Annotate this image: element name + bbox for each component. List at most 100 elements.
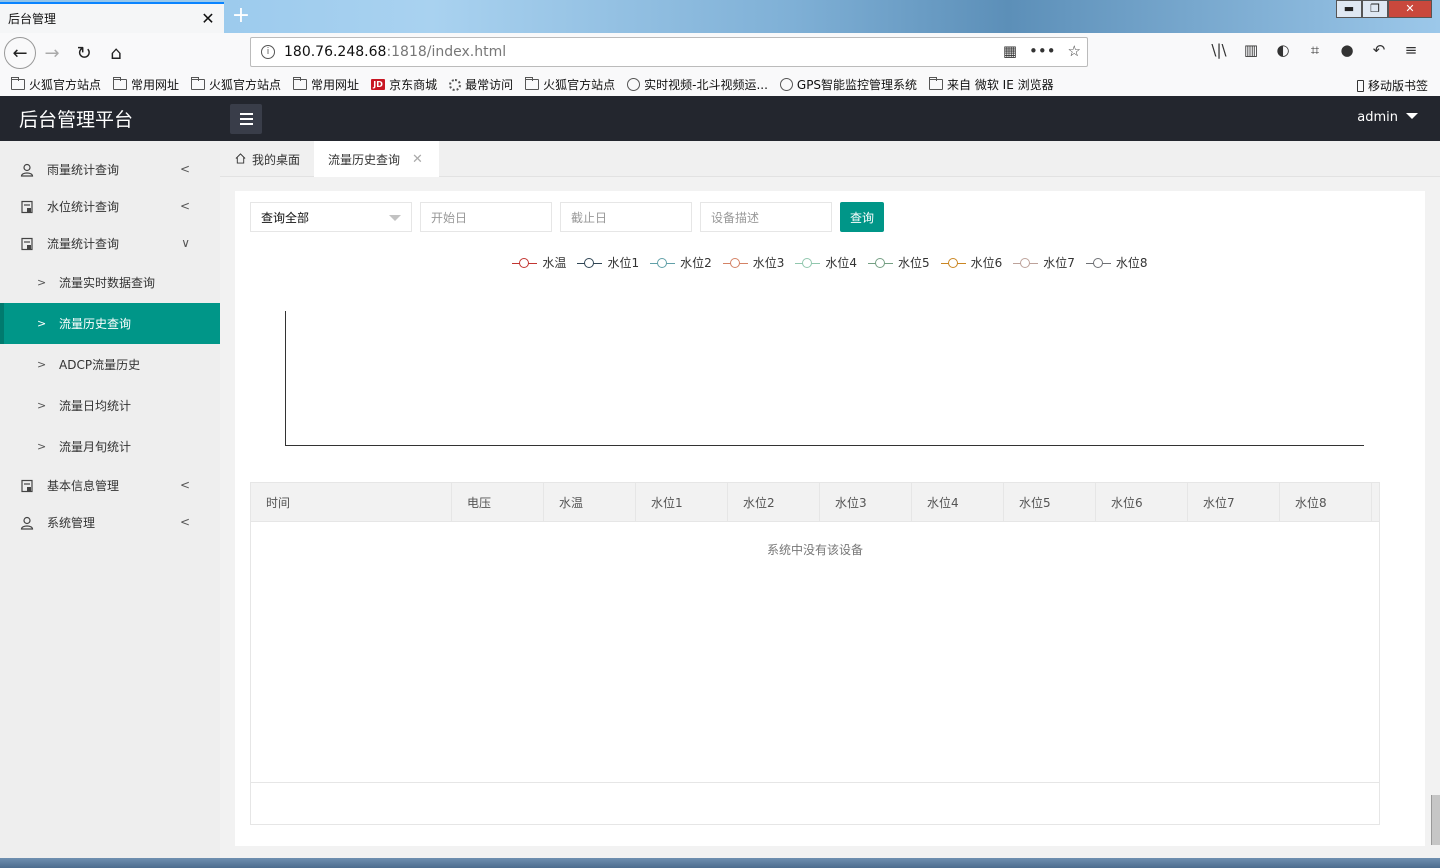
home-icon[interactable]: ⌂ bbox=[100, 37, 132, 69]
profile-icon[interactable]: ◐ bbox=[1274, 41, 1292, 59]
table-header-cell[interactable]: 水温 bbox=[544, 483, 636, 521]
bookmarks-bar: 火狐官方站点 常用网址 火狐官方站点 常用网址 JD 京东商城 最常访问 火狐官方站点 实时视频… bbox=[0, 73, 1440, 96]
tab-flow-history[interactable]: 流量历史查询 ✕ bbox=[314, 141, 439, 177]
bookmark-label: 常用网址 bbox=[131, 78, 180, 92]
table-header-cell[interactable]: 电压 bbox=[452, 483, 544, 521]
window-close-icon[interactable]: ✕ bbox=[1388, 0, 1432, 18]
sidebar-item-label: 基本信息管理 bbox=[47, 479, 120, 493]
new-tab-button[interactable]: + bbox=[228, 3, 254, 29]
chat-icon[interactable]: ● bbox=[1338, 41, 1356, 59]
phone-icon bbox=[1356, 79, 1364, 92]
chevron-icon: ∨ bbox=[181, 236, 190, 250]
browser-tab[interactable]: 后台管理 ✕ bbox=[0, 2, 224, 33]
menu-toggle-button[interactable] bbox=[230, 104, 262, 134]
sidebar-subitem-label: ADCP流量历史 bbox=[59, 358, 141, 372]
bookmark-item[interactable]: 实时视频-北斗视频运... bbox=[627, 76, 768, 93]
close-icon[interactable]: ✕ bbox=[200, 9, 216, 28]
os-taskbar bbox=[0, 858, 1440, 868]
mobile-bookmarks[interactable]: 移动版书签 bbox=[1356, 77, 1428, 94]
bookmark-label: 常用网址 bbox=[311, 78, 360, 92]
sidebar-subitem[interactable]: > 流量历史查询 bbox=[0, 303, 220, 344]
bookmark-item[interactable]: 火狐官方站点 bbox=[11, 76, 101, 93]
caret-down-icon bbox=[1406, 112, 1418, 119]
user-menu[interactable]: admin bbox=[1357, 110, 1418, 125]
doc-icon bbox=[19, 478, 34, 493]
url-path: :1818/index.html bbox=[386, 44, 507, 60]
back-icon[interactable]: ← bbox=[4, 37, 36, 69]
bookmark-item[interactable]: JD 京东商城 bbox=[371, 76, 437, 93]
table-header-cell[interactable]: 水位5 bbox=[1004, 483, 1096, 521]
table-header-cell[interactable]: 水位8 bbox=[1280, 483, 1372, 521]
start-date-input[interactable]: 开始日 bbox=[420, 202, 552, 232]
sidebar-subitem[interactable]: > 流量月旬统计 bbox=[0, 426, 220, 467]
sidebar-item[interactable]: 水位统计查询 < bbox=[0, 188, 220, 225]
url-bar[interactable]: i 180.76.248.68 :1818/index.html ▦ ••• ☆ bbox=[250, 37, 1088, 67]
close-icon[interactable]: ✕ bbox=[412, 152, 423, 167]
sidebar: 雨量统计查询 < 水位统计查询 < 流量统计查询 ∨ > 流量实时数据查询 > 流量历史查询 > AD… bbox=[0, 141, 220, 868]
sidebar-icon[interactable]: ▥ bbox=[1242, 41, 1260, 59]
table-header-cell[interactable]: 时间 bbox=[251, 483, 452, 521]
menu-line-icon bbox=[239, 123, 253, 125]
doc-icon bbox=[19, 199, 34, 214]
folder-icon bbox=[929, 77, 944, 90]
query-type-select[interactable]: 查询全部 bbox=[250, 202, 412, 232]
chevron-icon: < bbox=[179, 199, 190, 213]
screenshot-icon[interactable]: ⌗ bbox=[1306, 41, 1324, 59]
table-header-cell[interactable]: 水位3 bbox=[820, 483, 912, 521]
mobile-bookmarks-label: 移动版书签 bbox=[1367, 79, 1428, 93]
library-icon[interactable]: \|\ bbox=[1210, 41, 1228, 59]
gear-icon bbox=[449, 78, 462, 91]
bookmark-item[interactable]: 常用网址 bbox=[113, 76, 179, 93]
folder-icon bbox=[113, 77, 128, 90]
bookmark-label: GPS智能监控管理系统 bbox=[796, 78, 918, 92]
bookmark-item[interactable]: 来自 微软 IE 浏览器 bbox=[929, 76, 1054, 93]
globe-icon bbox=[627, 78, 641, 91]
hamburger-menu-icon[interactable]: ≡ bbox=[1402, 41, 1420, 59]
jd-icon: JD bbox=[371, 79, 386, 90]
bookmark-item[interactable]: 常用网址 bbox=[293, 76, 359, 93]
browser-tabstrip: 后台管理 ✕ + ▬ ❐ ✕ bbox=[0, 0, 1440, 33]
minimize-icon[interactable]: ▬ bbox=[1336, 0, 1362, 18]
query-button[interactable]: 查询 bbox=[840, 202, 884, 232]
sidebar-item[interactable]: 流量统计查询 ∨ bbox=[0, 225, 220, 262]
more-icon[interactable]: ••• bbox=[1029, 42, 1056, 60]
folder-icon bbox=[525, 77, 540, 90]
table-header-cell[interactable]: 水位2 bbox=[728, 483, 820, 521]
url-actions: ▦ ••• ☆ bbox=[1003, 42, 1081, 60]
scrollbar-thumb[interactable] bbox=[1431, 795, 1440, 845]
reload-icon[interactable]: ↻ bbox=[68, 37, 100, 69]
sidebar-item[interactable]: 基本信息管理 < bbox=[0, 467, 220, 504]
tab-home[interactable]: 我的桌面 bbox=[220, 141, 314, 177]
sidebar-subitem[interactable]: > ADCP流量历史 bbox=[0, 344, 220, 385]
user-icon bbox=[19, 515, 34, 530]
bookmark-item[interactable]: 最常访问 bbox=[449, 76, 513, 93]
forward-icon[interactable]: → bbox=[36, 37, 68, 69]
maximize-icon[interactable]: ❐ bbox=[1362, 0, 1388, 18]
chart-axes bbox=[285, 311, 1364, 446]
bookmark-label: 火狐官方站点 bbox=[209, 78, 282, 92]
undo-icon[interactable]: ↶ bbox=[1370, 41, 1388, 59]
sidebar-subitem-label: 流量日均统计 bbox=[59, 399, 132, 413]
bookmark-item[interactable]: 火狐官方站点 bbox=[191, 76, 281, 93]
qr-code-icon[interactable]: ▦ bbox=[1003, 42, 1017, 60]
chevron-right-icon: > bbox=[37, 276, 47, 289]
query-type-value: 查询全部 bbox=[261, 210, 310, 225]
sidebar-item-label: 水位统计查询 bbox=[47, 200, 120, 214]
table-header-cell[interactable]: 水位1 bbox=[636, 483, 728, 521]
table-header-cell[interactable]: 水位6 bbox=[1096, 483, 1188, 521]
device-description-input[interactable]: 设备描述 bbox=[700, 202, 832, 232]
end-date-input[interactable]: 截止日 bbox=[560, 202, 692, 232]
sidebar-subitem[interactable]: > 流量实时数据查询 bbox=[0, 262, 220, 303]
sidebar-item[interactable]: 系统管理 < bbox=[0, 504, 220, 541]
table-header-cell[interactable]: 水位4 bbox=[912, 483, 1004, 521]
sidebar-item[interactable]: 雨量统计查询 < bbox=[0, 151, 220, 188]
bookmark-item[interactable]: GPS智能监控管理系统 bbox=[779, 76, 918, 93]
house-icon bbox=[235, 152, 246, 164]
menu-line-icon bbox=[239, 118, 253, 120]
sidebar-subitem[interactable]: > 流量日均统计 bbox=[0, 385, 220, 426]
table-header-cell[interactable]: 水位7 bbox=[1188, 483, 1280, 521]
bookmark-label: 京东商城 bbox=[389, 78, 438, 92]
star-icon[interactable]: ☆ bbox=[1068, 42, 1081, 60]
info-icon[interactable]: i bbox=[261, 45, 275, 59]
bookmark-item[interactable]: 火狐官方站点 bbox=[525, 76, 615, 93]
